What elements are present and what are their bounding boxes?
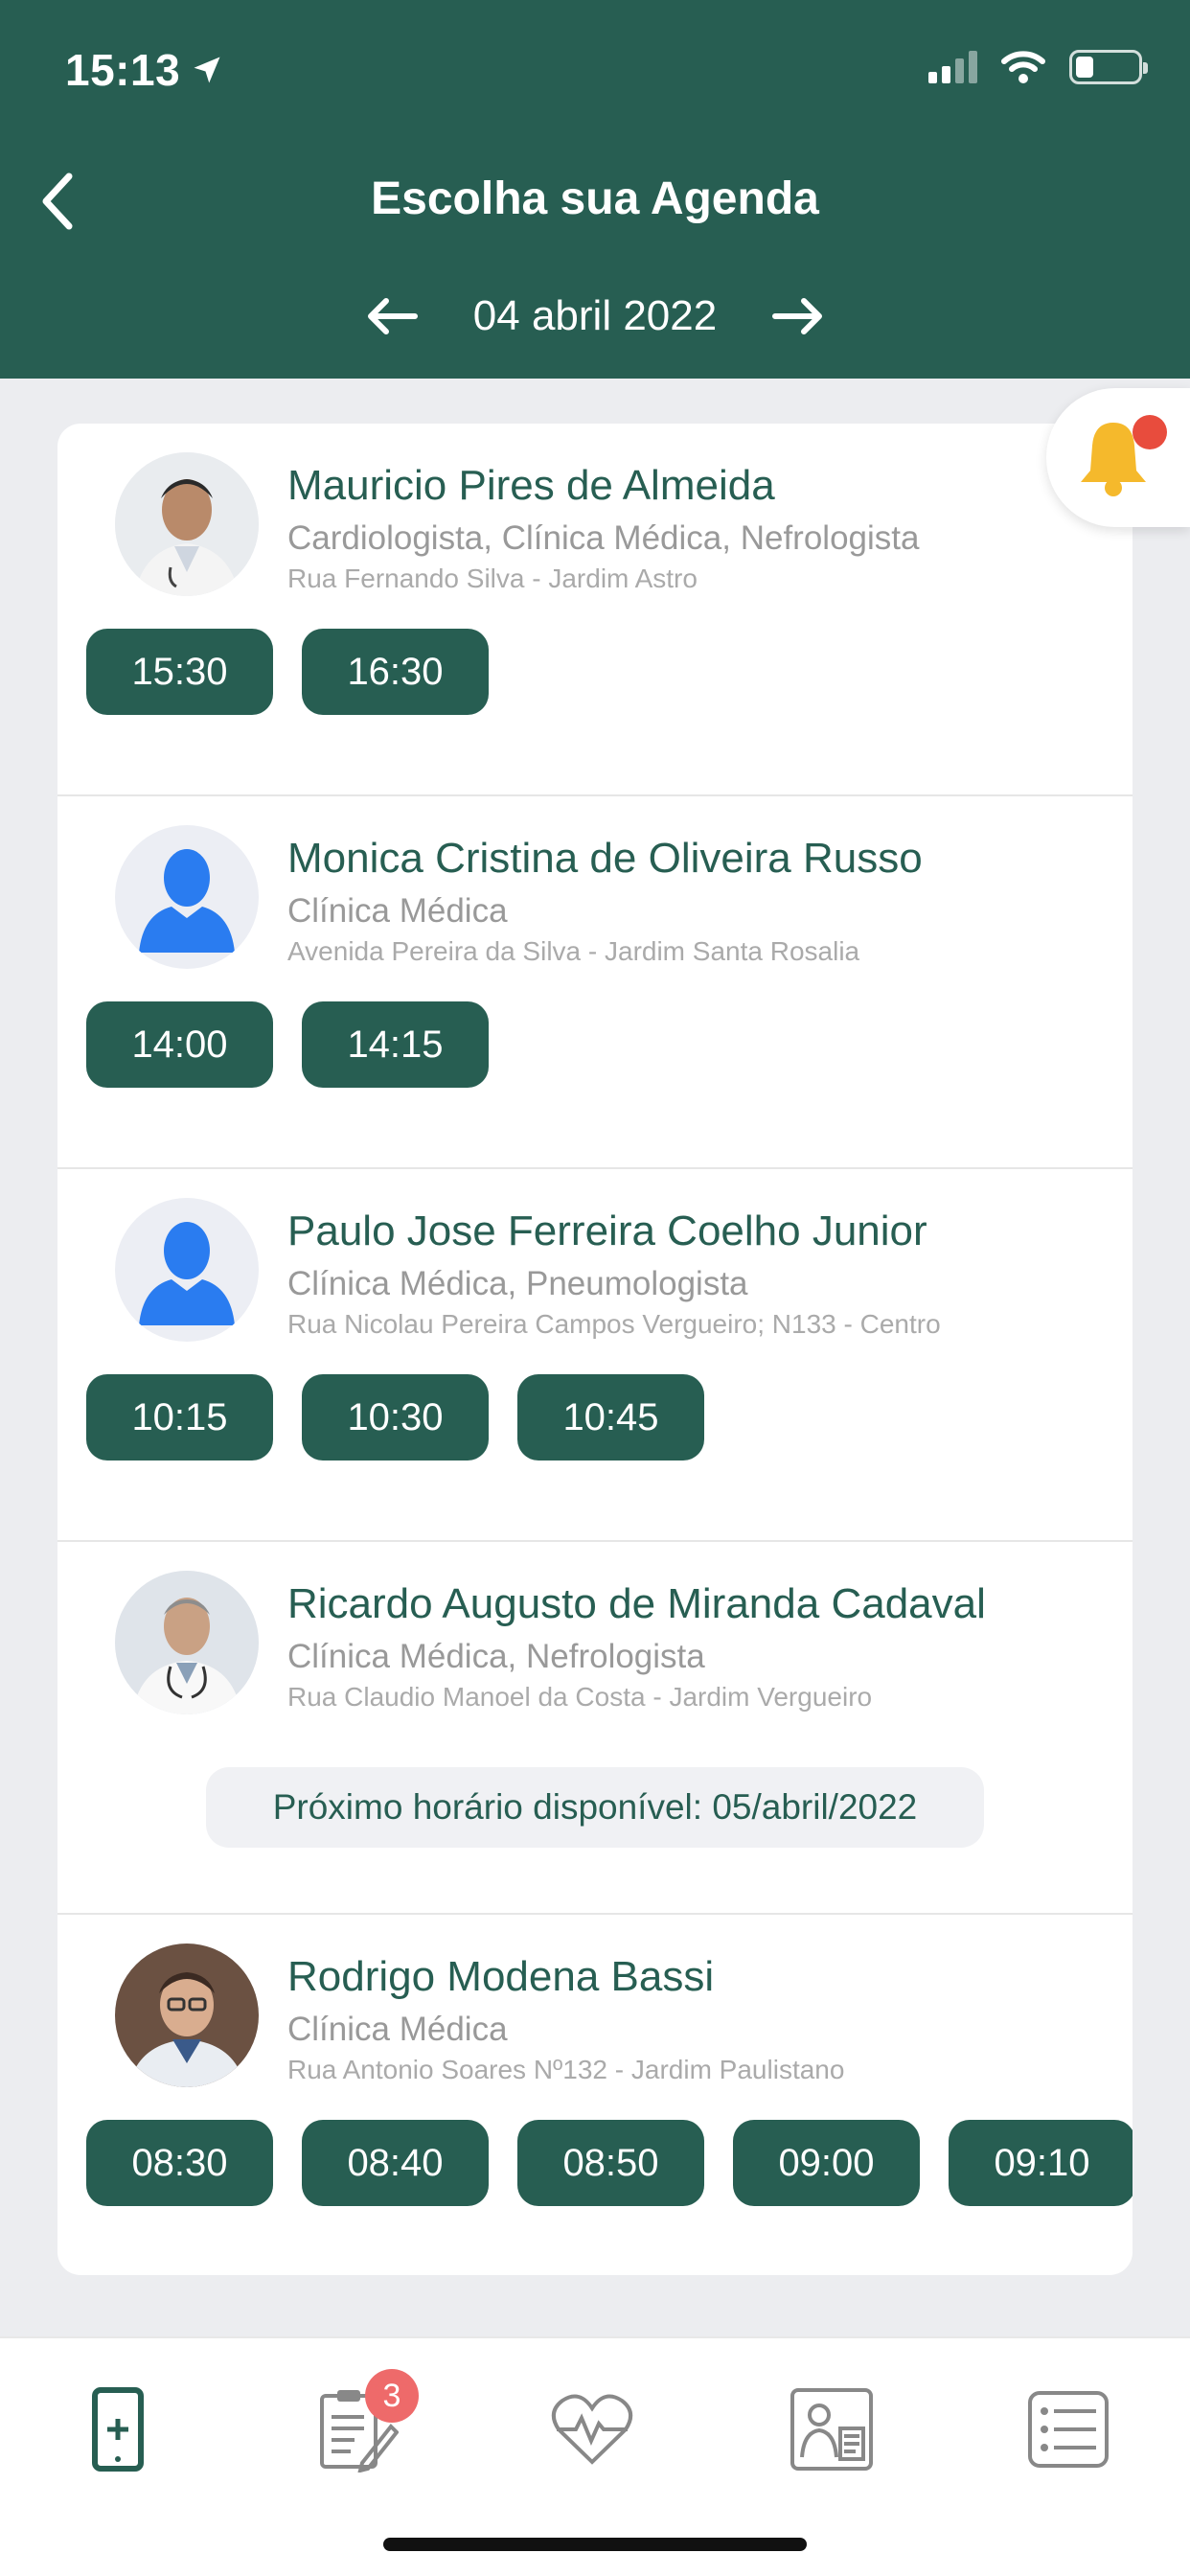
- doctor-item[interactable]: Mauricio Pires de Almeida Cardiologista,…: [57, 424, 1133, 796]
- doctor-avatar: [115, 825, 259, 969]
- heart-pulse-icon: [551, 2394, 633, 2465]
- tab-records[interactable]: 3: [300, 2369, 419, 2482]
- time-slot-button[interactable]: 15:30: [86, 629, 273, 715]
- doctor-avatar: [115, 1944, 259, 2087]
- wifi-icon: [1001, 51, 1045, 83]
- time-slots: 15:30 16:30: [86, 629, 489, 715]
- doctor-address: Avenida Pereira da Silva - Jardim Santa …: [287, 936, 860, 966]
- doctor-photo: [115, 1944, 259, 2087]
- tab-appointments[interactable]: [60, 2377, 175, 2482]
- list-icon: [1028, 2391, 1109, 2468]
- doctor-specialties: Clínica Médica, Nefrologista: [287, 1638, 705, 1675]
- doctor-specialties: Clínica Médica: [287, 892, 508, 930]
- tab-list[interactable]: [1011, 2377, 1126, 2482]
- time-slots: 08:30 08:40 08:50 09:00 09:10: [86, 2120, 1133, 2206]
- time-slot-button[interactable]: 10:15: [86, 1374, 273, 1460]
- doctor-info: Rodrigo Modena Bassi Clínica Médica Rua …: [287, 1953, 1113, 2085]
- clock: 15:13: [65, 45, 181, 95]
- doctor-avatar: [115, 1198, 259, 1342]
- notifications-button[interactable]: [1046, 388, 1190, 527]
- doctor-item[interactable]: Rodrigo Modena Bassi Clínica Médica Rua …: [57, 1915, 1133, 2275]
- doctor-address: Rua Fernando Silva - Jardim Astro: [287, 564, 698, 593]
- tab-doctor-card[interactable]: [774, 2377, 889, 2482]
- doctor-name: Mauricio Pires de Almeida: [287, 462, 775, 509]
- time-slot-button[interactable]: 14:15: [302, 1001, 489, 1088]
- doctor-card-icon: [790, 2388, 873, 2471]
- time-slot-button[interactable]: 08:50: [517, 2120, 704, 2206]
- battery-icon: [1069, 50, 1148, 84]
- doctor-specialties: Cardiologista, Clínica Médica, Nefrologi…: [287, 519, 920, 557]
- doctor-info: Mauricio Pires de Almeida Cardiologista,…: [287, 462, 1113, 594]
- status-bar-indicators: [928, 50, 1148, 84]
- time-slot-button[interactable]: 10:45: [517, 1374, 704, 1460]
- location-arrow-icon: [194, 57, 220, 83]
- time-slot-button[interactable]: 08:40: [302, 2120, 489, 2206]
- user-placeholder-icon: [139, 1222, 235, 1325]
- doctor-specialties: Clínica Médica, Pneumologista: [287, 1265, 748, 1302]
- date-navigator: 04 abril 2022: [0, 288, 1190, 345]
- time-slots: 14:00 14:15: [86, 1001, 489, 1088]
- time-slot-button[interactable]: 09:10: [949, 2120, 1133, 2206]
- arrow-right-icon: [772, 298, 823, 334]
- doctor-name: Monica Cristina de Oliveira Russo: [287, 835, 923, 882]
- doctor-address: Rua Claudio Manoel da Costa - Jardim Ver…: [287, 1682, 873, 1712]
- doctor-info: Paulo Jose Ferreira Coelho Junior Clínic…: [287, 1208, 1113, 1340]
- doctor-photo: [115, 452, 259, 596]
- time-slots: 10:15 10:30 10:45: [86, 1374, 704, 1460]
- app-header: 15:13 Escolha sua Agenda 04 abril 2022: [0, 0, 1190, 379]
- page-title: Escolha sua Agenda: [371, 173, 819, 224]
- next-date-button[interactable]: [765, 288, 832, 345]
- time-slot-button[interactable]: 09:00: [733, 2120, 920, 2206]
- time-slot-button[interactable]: 10:30: [302, 1374, 489, 1460]
- doctor-photo: [115, 1571, 259, 1714]
- notification-dot: [1133, 415, 1167, 449]
- doctor-item[interactable]: Monica Cristina de Oliveira Russo Clínic…: [57, 796, 1133, 1169]
- user-placeholder-icon: [139, 849, 235, 953]
- previous-date-button[interactable]: [358, 288, 425, 345]
- doctor-name: Paulo Jose Ferreira Coelho Junior: [287, 1208, 927, 1254]
- doctor-item[interactable]: Paulo Jose Ferreira Coelho Junior Clínic…: [57, 1169, 1133, 1542]
- doctor-avatar: [115, 452, 259, 596]
- status-bar-time: 15:13: [65, 44, 224, 96]
- doctor-avatar: [115, 1571, 259, 1714]
- doctor-info: Monica Cristina de Oliveira Russo Clínic…: [287, 835, 1113, 967]
- next-available-button[interactable]: Próximo horário disponível: 05/abril/202…: [206, 1767, 984, 1848]
- time-slot-button[interactable]: 14:00: [86, 1001, 273, 1088]
- phone-plus-icon: [92, 2387, 144, 2472]
- doctor-specialties: Clínica Médica: [287, 2011, 508, 2048]
- home-indicator: [383, 2538, 807, 2551]
- doctor-list: Mauricio Pires de Almeida Cardiologista,…: [57, 424, 1133, 2275]
- doctor-info: Ricardo Augusto de Miranda Cadaval Clíni…: [287, 1580, 1113, 1713]
- notification-badge: 3: [365, 2369, 419, 2423]
- tab-health[interactable]: [535, 2377, 650, 2482]
- time-slot-button[interactable]: 16:30: [302, 629, 489, 715]
- doctor-item[interactable]: Ricardo Augusto de Miranda Cadaval Clíni…: [57, 1542, 1133, 1915]
- doctor-name: Ricardo Augusto de Miranda Cadaval: [287, 1580, 986, 1627]
- time-slot-button[interactable]: 08:30: [86, 2120, 273, 2206]
- doctor-address: Rua Antonio Soares Nº132 - Jardim Paulis…: [287, 2055, 845, 2084]
- cellular-signal-icon: [928, 51, 977, 83]
- doctor-address: Rua Nicolau Pereira Campos Vergueiro; N1…: [287, 1309, 941, 1339]
- arrow-left-icon: [367, 298, 418, 334]
- doctor-name: Rodrigo Modena Bassi: [287, 1953, 715, 2000]
- current-date: 04 abril 2022: [472, 292, 718, 339]
